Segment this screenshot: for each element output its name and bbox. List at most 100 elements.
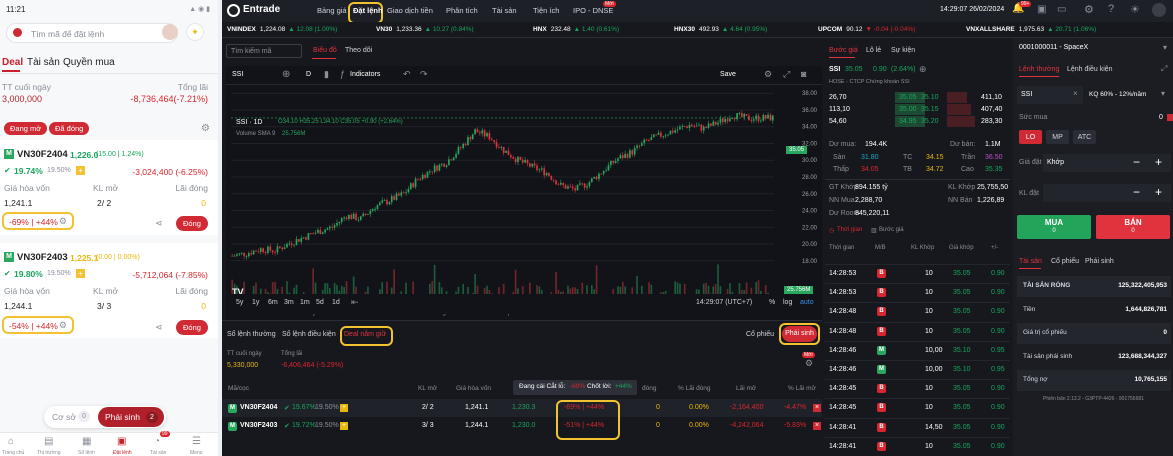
- nav-order[interactable]: Đặt lệnh: [353, 6, 383, 15]
- trade-row[interactable]: 14:28:46 M 10,00 35.10 0.95: [825, 360, 1010, 378]
- filter-closed-button[interactable]: Đã đóng: [49, 122, 90, 135]
- redo-icon[interactable]: ↷: [420, 69, 428, 80]
- trade-row[interactable]: 14:28:48 B 10 35.05 0.90: [825, 321, 1010, 340]
- tab-normal-order[interactable]: Lệnh thường: [1019, 66, 1059, 73]
- nav-orderbook[interactable]: Sổ lệnh: [78, 450, 95, 456]
- share-icon[interactable]: ⋖: [155, 322, 163, 333]
- indicators-button[interactable]: Indicators: [350, 71, 380, 78]
- qty-plus[interactable]: +: [1155, 185, 1162, 199]
- lightbulb-icon[interactable]: ✦: [186, 23, 204, 41]
- interval-select[interactable]: D: [306, 71, 311, 78]
- range-1d[interactable]: 1d: [332, 299, 340, 306]
- nav-assets[interactable]: Tài sản: [492, 6, 517, 15]
- deriv-filter-button[interactable]: Phái sinh: [782, 326, 817, 342]
- order-icon[interactable]: ▣: [117, 436, 126, 447]
- search-box[interactable]: Tìm mã để đặt lệnh ⌕: [6, 23, 178, 43]
- account-dropdown-icon[interactable]: ▾: [1163, 43, 1167, 52]
- nav-menu[interactable]: Menu: [190, 450, 203, 456]
- close-position-button[interactable]: Đóng: [176, 216, 208, 231]
- asset-tab[interactable]: Phái sinh: [1085, 258, 1114, 265]
- undo-icon[interactable]: ↶: [403, 69, 411, 80]
- price-tab[interactable]: Sự kiện: [891, 47, 915, 54]
- index-item[interactable]: VNXALLSHARE 1,975.63 ▲ 20.71 (1.06%): [966, 26, 1096, 33]
- order-type-lo[interactable]: LO: [1019, 130, 1042, 144]
- index-item[interactable]: HNX 232.48 ▲ 1.40 (0.61%): [533, 26, 619, 33]
- range-3m[interactable]: 3m: [284, 299, 294, 306]
- tab-follow[interactable]: Theo dõi: [345, 47, 372, 54]
- date-range-icon[interactable]: ⇤: [351, 297, 359, 308]
- trade-row[interactable]: 14:28:45 B 10 35.05 0.90: [825, 379, 1010, 397]
- tab-chart[interactable]: Biểu đồ: [313, 47, 337, 54]
- tab-normal-orders[interactable]: Sổ lệnh thường: [227, 331, 276, 338]
- timezone[interactable]: 14:29:07 (UTC+7): [696, 299, 752, 306]
- package-dropdown-icon[interactable]: ▾: [1161, 89, 1165, 98]
- tab-assets[interactable]: Tài sản: [27, 57, 60, 68]
- asset-tab[interactable]: Cổ phiếu: [1051, 258, 1079, 265]
- chart-settings-icon[interactable]: ⚙: [764, 69, 772, 80]
- toggle-base[interactable]: Cơ sở: [52, 412, 76, 422]
- camera-icon[interactable]: ◙: [801, 69, 806, 79]
- nav-pricing[interactable]: Bảng giá: [317, 6, 347, 15]
- position-code[interactable]: VN30F2403: [240, 422, 277, 429]
- nav-cash[interactable]: Giao dịch tiền: [387, 6, 433, 15]
- order-type-atc[interactable]: ATC: [1073, 130, 1096, 144]
- sltp-settings-icon[interactable]: ⚙: [59, 216, 67, 227]
- chart-search-box[interactable]: Tìm kiếm mã: [226, 44, 302, 58]
- trade-row[interactable]: 14:28:41 B 14,50 35.05 0.90: [825, 417, 1010, 436]
- stock-filter-button[interactable]: Cổ phiếu: [746, 331, 774, 338]
- chat-icon[interactable]: ▭: [1057, 4, 1066, 15]
- range-5d[interactable]: 5d: [316, 299, 324, 306]
- power-add-icon[interactable]: [1167, 114, 1173, 121]
- search-input[interactable]: Tìm mã để đặt lệnh: [31, 29, 104, 39]
- tab-rights[interactable]: Quyền mua: [63, 57, 115, 68]
- theme-icon[interactable]: ☀: [1130, 3, 1140, 16]
- close-position-icon[interactable]: ×: [813, 422, 821, 430]
- menu-icon[interactable]: ☰: [192, 436, 201, 447]
- range-1m[interactable]: 1m: [300, 299, 310, 306]
- chart-symbol[interactable]: SSI: [232, 71, 243, 78]
- trade-row[interactable]: 14:28:46 M 10,00 35.10 0.95: [825, 340, 1010, 359]
- nav-home[interactable]: Trang chủ: [2, 450, 24, 456]
- tab-conditional-orders[interactable]: Sổ lệnh điều kiện: [282, 331, 336, 338]
- home-icon[interactable]: ⌂: [8, 436, 14, 447]
- avatar[interactable]: [162, 24, 178, 40]
- gift-icon[interactable]: ▣: [1037, 4, 1046, 15]
- fullscreen-icon[interactable]: ⤢: [783, 69, 790, 80]
- log-toggle[interactable]: log: [783, 299, 792, 306]
- trade-row[interactable]: 14:28:41 B 10 35.05 0.90: [825, 436, 1010, 455]
- close-position-button[interactable]: Đóng: [176, 320, 208, 335]
- price-minus[interactable]: −: [1133, 155, 1140, 169]
- asset-tab[interactable]: Tài sản: [1019, 258, 1042, 265]
- index-item[interactable]: UPCOM 90.12 ▼ -0.04 (-0.04%): [818, 26, 915, 33]
- index-item[interactable]: HNX30 492.93 ▲ 4.64 (0.95%): [674, 26, 767, 33]
- table-row[interactable]: M VN30F2404 ✔ 19.67% 19.50% +2/ 2 1,241.1 1,230…: [222, 399, 822, 417]
- indicators-icon[interactable]: ƒ: [340, 69, 345, 79]
- trade-row[interactable]: 14:28:45 B 10 35.05 0.90: [825, 398, 1010, 416]
- sltp-box[interactable]: -54% | +44% ⚙: [2, 316, 74, 334]
- qty-minus[interactable]: −: [1133, 185, 1140, 199]
- toggle-deriv[interactable]: Phái sinh 2: [98, 407, 164, 427]
- order-type-mp[interactable]: MP: [1046, 130, 1069, 144]
- sltp-settings-icon[interactable]: ⚙: [59, 320, 67, 331]
- nav-ipo[interactable]: IPO - DNSE: [573, 6, 613, 15]
- price-input[interactable]: Khớp − +: [1043, 154, 1171, 172]
- account-select[interactable]: 0001000011 - SpaceX: [1019, 44, 1088, 51]
- nav-utilities[interactable]: Tiện ích: [533, 6, 559, 15]
- add-margin-icon[interactable]: +: [340, 422, 348, 430]
- positions-settings-icon[interactable]: ⚙: [805, 358, 813, 369]
- tab-deals[interactable]: Deal nắm giữ: [344, 331, 386, 338]
- sub-tab-time[interactable]: Thời gian: [837, 227, 862, 233]
- add-watch-icon[interactable]: ⊕: [919, 64, 927, 75]
- table-row[interactable]: M VN30F2403 ✔ 19.72% 19.50% +3/ 3 1,244.1 1,230…: [222, 417, 822, 435]
- price-tab[interactable]: Lô lẻ: [866, 47, 881, 54]
- tab-deal[interactable]: Deal: [2, 57, 23, 68]
- order-symbol-input[interactable]: SSI ×: [1017, 86, 1083, 104]
- share-icon[interactable]: ⋖: [155, 218, 163, 229]
- close-position-icon[interactable]: ×: [813, 404, 821, 412]
- add-margin-icon[interactable]: +: [76, 166, 85, 175]
- sltp-box[interactable]: -69% | +44% ⚙: [2, 212, 74, 230]
- buy-button[interactable]: MUA 0: [1017, 215, 1091, 239]
- qty-input[interactable]: − +: [1043, 184, 1171, 202]
- position-code[interactable]: VN30F2404: [240, 404, 277, 411]
- position-code[interactable]: VN30F2404: [17, 149, 68, 160]
